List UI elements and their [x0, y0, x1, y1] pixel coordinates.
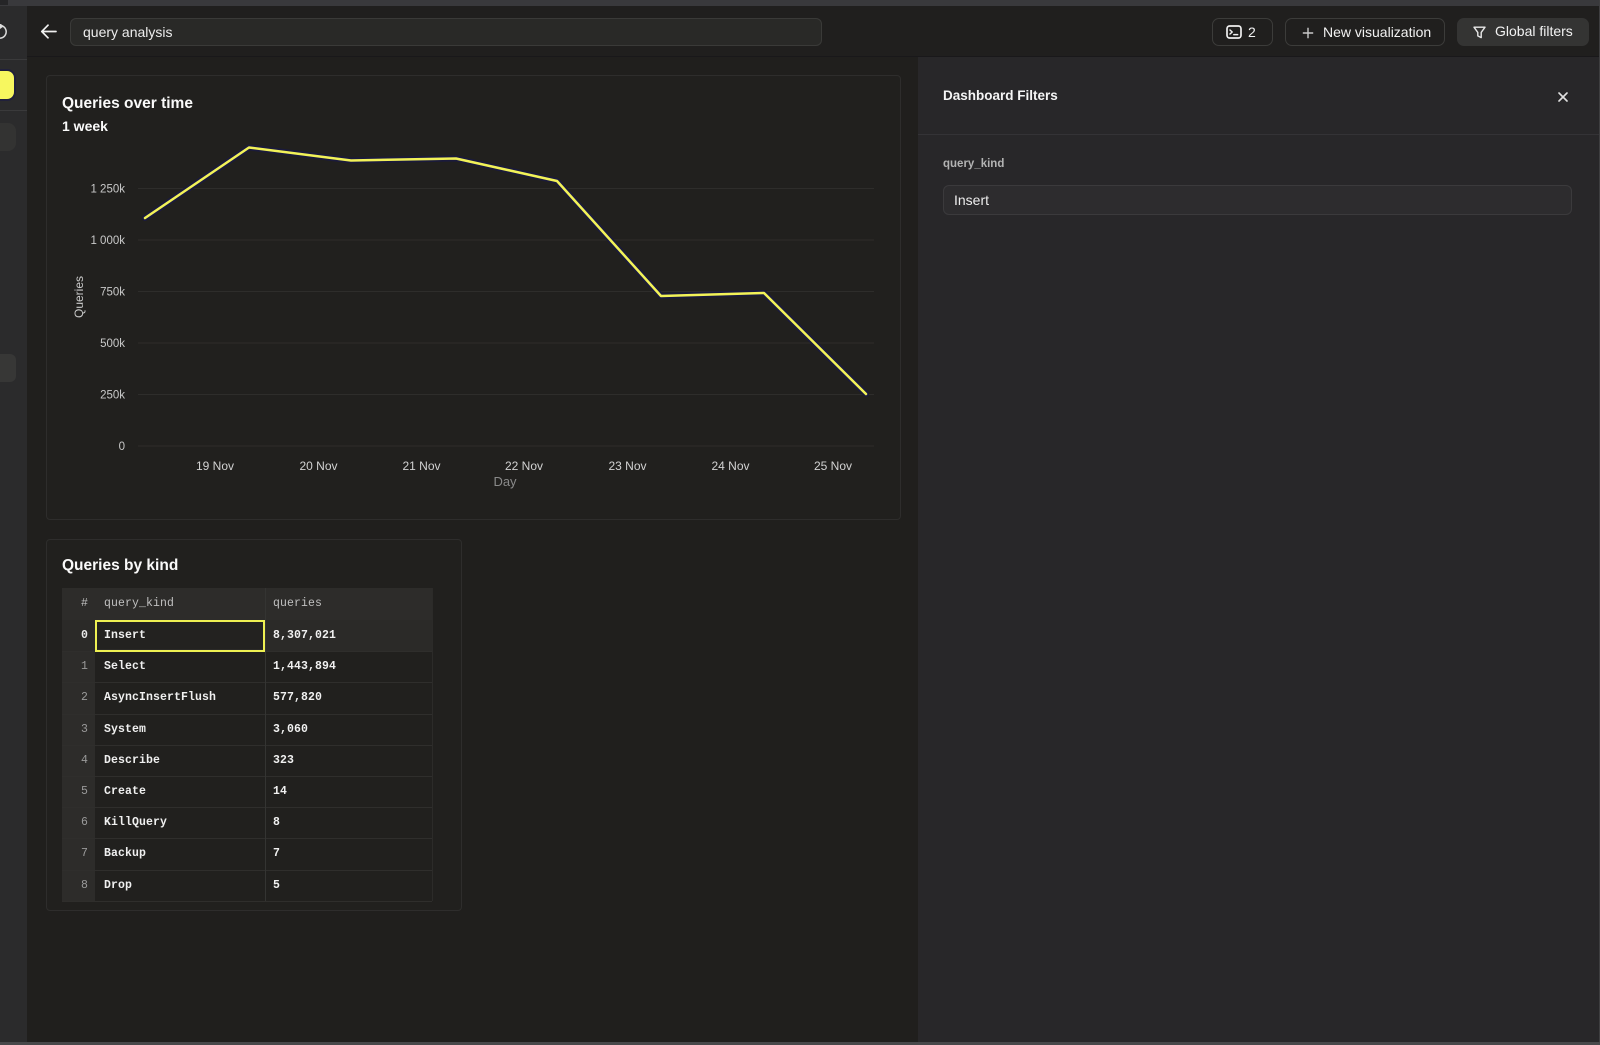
svg-text:Queries: Queries: [72, 276, 86, 318]
svg-text:22 Nov: 22 Nov: [505, 459, 543, 473]
svg-text:250k: 250k: [100, 390, 125, 402]
svg-text:24 Nov: 24 Nov: [711, 459, 749, 473]
svg-text:Day: Day: [493, 474, 517, 489]
svg-text:20 Nov: 20 Nov: [299, 459, 337, 473]
svg-text:1 000k: 1 000k: [90, 235, 125, 247]
svg-text:750k: 750k: [100, 287, 125, 299]
svg-text:25 Nov: 25 Nov: [814, 459, 852, 473]
svg-text:0: 0: [119, 441, 125, 453]
svg-text:1 250k: 1 250k: [90, 184, 125, 196]
svg-text:19 Nov: 19 Nov: [196, 459, 234, 473]
svg-text:500k: 500k: [100, 338, 125, 350]
svg-text:21 Nov: 21 Nov: [402, 459, 440, 473]
svg-text:23 Nov: 23 Nov: [608, 459, 646, 473]
